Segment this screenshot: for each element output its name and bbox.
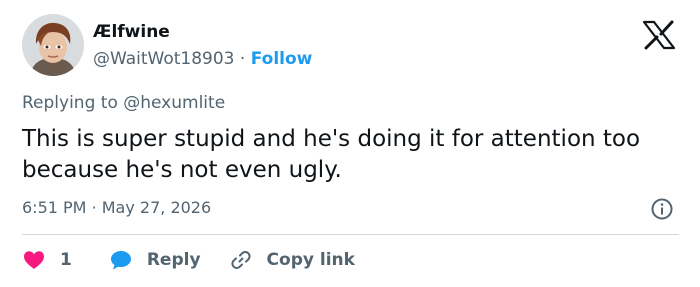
divider — [22, 234, 679, 235]
tweet-timestamp[interactable]: 6:51 PM · May 27, 2026 — [22, 198, 211, 217]
meta-separator: · — [91, 198, 97, 217]
tweet-date: May 27, 2026 — [101, 198, 212, 217]
copy-link-button[interactable]: Copy link — [229, 248, 355, 272]
follow-button[interactable]: Follow — [251, 49, 313, 69]
action-bar: 1 Reply Copy link — [22, 246, 355, 274]
reply-context-prefix: Replying to — [22, 93, 118, 113]
author-handle-line: @WaitWot18903 · Follow — [93, 49, 312, 69]
reply-label: Reply — [146, 250, 201, 270]
x-logo-icon[interactable] — [641, 20, 677, 50]
heart-icon — [24, 251, 44, 269]
reply-button[interactable]: Reply — [109, 248, 201, 272]
tweet-time: 6:51 PM — [22, 198, 87, 217]
avatar-image — [22, 14, 84, 76]
reply-context: Replying to @hexumlite — [22, 93, 225, 113]
tweet-card: Ælfwine @WaitWot18903 · Follow Replying … — [0, 0, 700, 287]
handle-separator: · — [239, 49, 246, 69]
like-button[interactable]: 1 — [22, 248, 72, 272]
speech-bubble-icon — [110, 251, 131, 270]
like-count: 1 — [60, 250, 72, 270]
author-name[interactable]: Ælfwine — [93, 22, 170, 42]
link-icon — [230, 251, 251, 269]
copy-link-label: Copy link — [266, 250, 355, 270]
author-handle[interactable]: @WaitWot18903 — [93, 49, 235, 69]
reply-context-handle[interactable]: @hexumlite — [123, 93, 225, 113]
avatar[interactable] — [22, 14, 84, 76]
tweet-text: This is super stupid and he's doing it f… — [22, 126, 641, 183]
info-icon[interactable] — [650, 197, 674, 221]
